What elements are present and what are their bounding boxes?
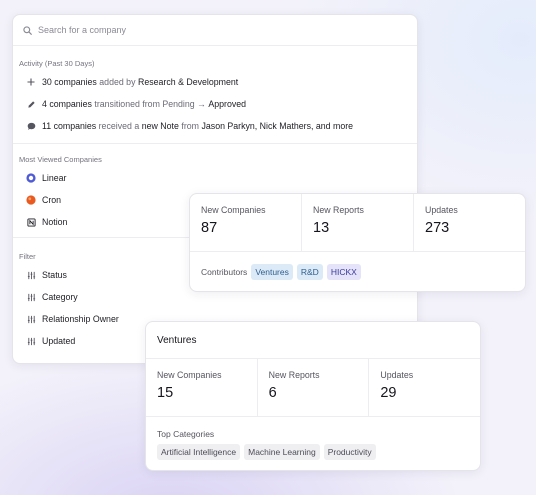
- stat-label: Updates: [425, 205, 458, 215]
- stat-label: New Companies: [157, 370, 222, 380]
- stat-label: New Reports: [313, 205, 364, 215]
- ventures-stats-card: Ventures New Companies 15 New Reports 6 …: [145, 321, 481, 471]
- filter-label: Category: [42, 292, 78, 302]
- stat-new-reports: New Reports 13: [302, 194, 414, 251]
- search-input[interactable]: Search for a company: [38, 25, 126, 35]
- category-chip[interactable]: Artificial Intelligence: [157, 444, 241, 460]
- stat-value: 15: [157, 385, 174, 401]
- activity-verb: received a: [98, 121, 140, 131]
- activity-from: from: [181, 121, 199, 131]
- search-icon: [23, 25, 32, 35]
- comment-icon: [25, 120, 37, 132]
- activity-count: 11 companies: [42, 121, 97, 131]
- stat-new-companies: New Companies 15: [146, 359, 258, 416]
- stat-value: 87: [201, 220, 218, 236]
- pencil-icon: [25, 98, 37, 110]
- activity-target: new Note: [141, 121, 179, 131]
- category-chip[interactable]: Machine Learning: [244, 444, 320, 460]
- stat-value: 273: [425, 220, 450, 236]
- activity-verb: added by: [99, 77, 136, 87]
- most-viewed-section-title: Most Viewed Companies: [19, 155, 102, 164]
- top-categories-row: Artificial Intelligence Machine Learning…: [146, 444, 480, 460]
- cron-logo-icon: [25, 194, 37, 206]
- activity-item[interactable]: 11 companies received a new Note from Ja…: [13, 115, 417, 137]
- linear-logo-icon: [25, 172, 37, 184]
- company-command-panel: Search for a company Activity (Past 30 D…: [12, 14, 418, 364]
- notion-logo-icon: [25, 216, 37, 228]
- stat-label: New Companies: [201, 205, 266, 215]
- section-divider: [13, 143, 417, 144]
- activity-section-title: Activity (Past 30 Days): [19, 59, 95, 68]
- stat-updates: Updates 273: [414, 194, 525, 251]
- company-label: Notion: [42, 217, 68, 227]
- activity-target: Research & Development: [137, 77, 239, 87]
- filter-label: Updated: [42, 336, 76, 346]
- overall-stats-card: New Companies 87 New Reports 13 Updates …: [189, 193, 526, 292]
- plus-icon: [25, 76, 37, 88]
- activity-item[interactable]: 4 companies transitioned from Pending → …: [13, 93, 417, 115]
- activity-people: Jason Parkyn, Nick Mathers, and more: [201, 121, 354, 131]
- contributors-label: Contributors: [201, 266, 248, 277]
- contributor-chip[interactable]: HICKX: [326, 263, 361, 280]
- filter-label: Status: [42, 270, 67, 280]
- activity-target: Approved: [208, 99, 247, 109]
- card-title: Ventures: [146, 322, 480, 359]
- sliders-icon: [25, 291, 37, 303]
- company-label: Linear: [42, 173, 67, 183]
- activity-item[interactable]: 30 companies added by Research & Develop…: [13, 71, 417, 93]
- activity-verb: transitioned from Pending →: [94, 99, 206, 109]
- top-categories-label: Top Categories: [157, 429, 215, 439]
- search-bar[interactable]: Search for a company: [13, 15, 417, 46]
- contributor-chip[interactable]: Ventures: [251, 263, 293, 280]
- stat-updates: Updates 29: [369, 359, 480, 416]
- sliders-icon: [25, 335, 37, 347]
- company-item-linear[interactable]: Linear: [13, 167, 417, 189]
- filter-label: Relationship Owner: [42, 314, 119, 324]
- sliders-icon: [25, 269, 37, 281]
- contributors-row: Contributors Ventures R&D HICKX: [190, 252, 525, 291]
- category-chip[interactable]: Productivity: [323, 444, 376, 460]
- activity-count: 4 companies: [42, 99, 92, 109]
- contributor-chip[interactable]: R&D: [296, 263, 323, 280]
- activity-count: 30 companies: [42, 77, 97, 87]
- stat-new-companies: New Companies 87: [190, 194, 302, 251]
- stat-new-reports: New Reports 6: [258, 359, 370, 416]
- stat-label: Updates: [380, 370, 414, 380]
- stat-value: 29: [380, 385, 397, 401]
- stat-label: New Reports: [268, 370, 320, 380]
- stat-value: 13: [313, 220, 330, 236]
- company-label: Cron: [42, 195, 62, 205]
- sliders-icon: [25, 313, 37, 325]
- stat-value: 6: [268, 385, 277, 401]
